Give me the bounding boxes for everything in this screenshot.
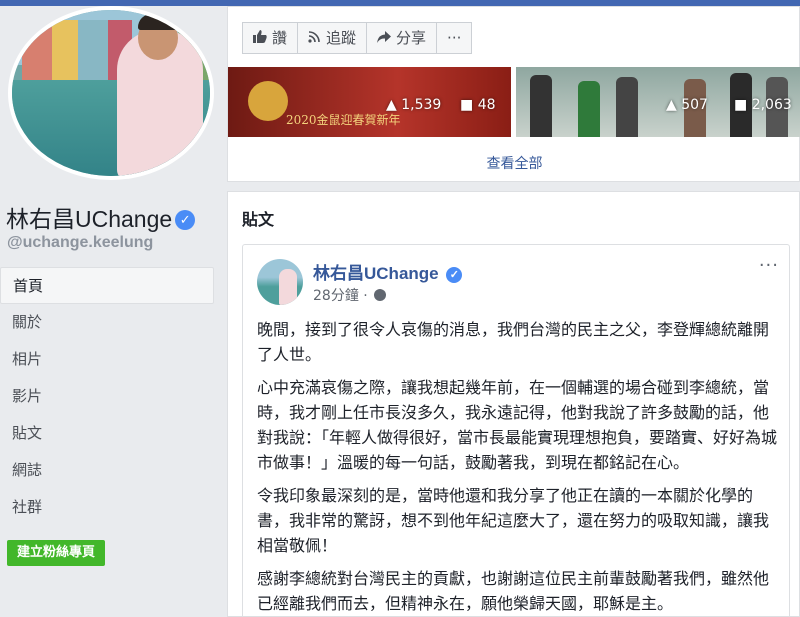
nav-item-photos[interactable]: 相片 (0, 341, 214, 378)
photo-thumbnail[interactable]: 2020金鼠迎春賀新年 ▲ 1,539 ■ 48 (228, 67, 511, 137)
photo-strip: 2020金鼠迎春賀新年 ▲ 1,539 ■ 48 ▲ 507 ■ 2,063 (228, 67, 800, 137)
photo-caption: 2020金鼠迎春賀新年 (286, 113, 401, 127)
more-actions-button[interactable]: ··· (436, 22, 473, 54)
nav-item-notes[interactable]: 網誌 (0, 452, 214, 489)
rss-icon (308, 24, 321, 54)
post: 林右昌UChange ✓ 28分鐘 · ··· 晚間，接到了很令人哀傷的消息，我… (242, 244, 790, 617)
post-paragraph: 感謝李總統對台灣民主的貢獻，也謝謝這位民主前輩鼓勵著我們，雖然他已經離我們而去，… (257, 569, 770, 613)
like-button[interactable]: 讚 (242, 22, 299, 54)
post-paragraph: 晚間，接到了很令人哀傷的消息，我們台灣的民主之父，李登輝總統離開了人世。 (257, 320, 770, 364)
photo-like-count: ▲ 507 (666, 97, 708, 113)
page-title: 林右昌UChange ✓ (6, 200, 196, 234)
share-arrow-icon (377, 24, 392, 54)
post-paragraph: 心中充滿哀傷之際，讓我想起幾年前，在一個輔選的場合碰到李總統，當時，我才剛上任市… (257, 378, 778, 472)
photo-comment-count: ■ 2,063 (734, 97, 792, 113)
action-buttons: 讚 追蹤 分享 ··· (242, 22, 473, 54)
see-all-link[interactable]: 查看全部 (228, 153, 800, 173)
post-body: 晚間，接到了很令人哀傷的消息，我們台灣的民主之父，李登輝總統離開了人世。 心中充… (257, 317, 777, 617)
nav-item-posts[interactable]: 貼文 (0, 415, 214, 452)
share-label: 分享 (396, 29, 427, 47)
follow-button[interactable]: 追蹤 (297, 22, 368, 54)
thumbs-up-icon: ▲ (386, 97, 397, 113)
follow-label: 追蹤 (326, 29, 357, 47)
comment-icon: ■ (734, 97, 748, 113)
globe-icon (374, 289, 387, 301)
post-paragraph: 令我印象最深刻的是，當時他還和我分享了他正在讀的一本關於化學的書，我非常的驚訝，… (257, 486, 770, 555)
thumbs-up-icon: ▲ (666, 97, 677, 113)
posts-card: 貼文 林右昌UChange ✓ 28分鐘 · ··· 晚間，接到了很令人哀傷的消… (227, 191, 800, 617)
like-label: 讚 (272, 29, 288, 47)
photo-comment-count: ■ 48 (460, 97, 496, 113)
post-avatar[interactable] (257, 259, 303, 305)
left-column: 林右昌UChange ✓ @uchange.keelung 首頁 關於 相片 影片… (0, 6, 222, 617)
verified-badge-icon: ✓ (446, 267, 463, 283)
create-page-button[interactable]: 建立粉絲專頁 (7, 540, 106, 566)
comment-icon: ■ (460, 97, 474, 113)
photos-card: 讚 追蹤 分享 ··· 2020金鼠迎春賀新年 ▲ 1,539 ■ 48 ▲ 5… (227, 6, 800, 182)
rat-illustration (248, 81, 288, 121)
verified-badge-icon: ✓ (175, 210, 196, 230)
post-options-icon[interactable]: ··· (759, 255, 779, 276)
nav-item-home[interactable]: 首頁 (0, 267, 214, 304)
photo-like-count: ▲ 1,539 (386, 97, 442, 113)
post-timestamp[interactable]: 28分鐘 · (313, 285, 387, 305)
nav-item-videos[interactable]: 影片 (0, 378, 214, 415)
photo-thumbnail[interactable]: ▲ 507 ■ 2,063 (516, 67, 800, 137)
thumbs-up-icon (253, 24, 267, 54)
nav-item-community[interactable]: 社群 (0, 489, 214, 526)
page-nav: 首頁 關於 相片 影片 貼文 網誌 社群 (0, 267, 214, 526)
page-name: 林右昌UChange (6, 206, 173, 232)
nav-item-about[interactable]: 關於 (0, 304, 214, 341)
post-time-text: 28分鐘 · (313, 288, 373, 304)
page-handle[interactable]: @uchange.keelung (7, 234, 153, 252)
post-author[interactable]: 林右昌UChange ✓ (313, 259, 463, 284)
share-button[interactable]: 分享 (366, 22, 438, 54)
post-author-name: 林右昌UChange (313, 264, 439, 283)
profile-picture[interactable] (8, 6, 214, 180)
section-title: 貼文 (242, 210, 275, 229)
